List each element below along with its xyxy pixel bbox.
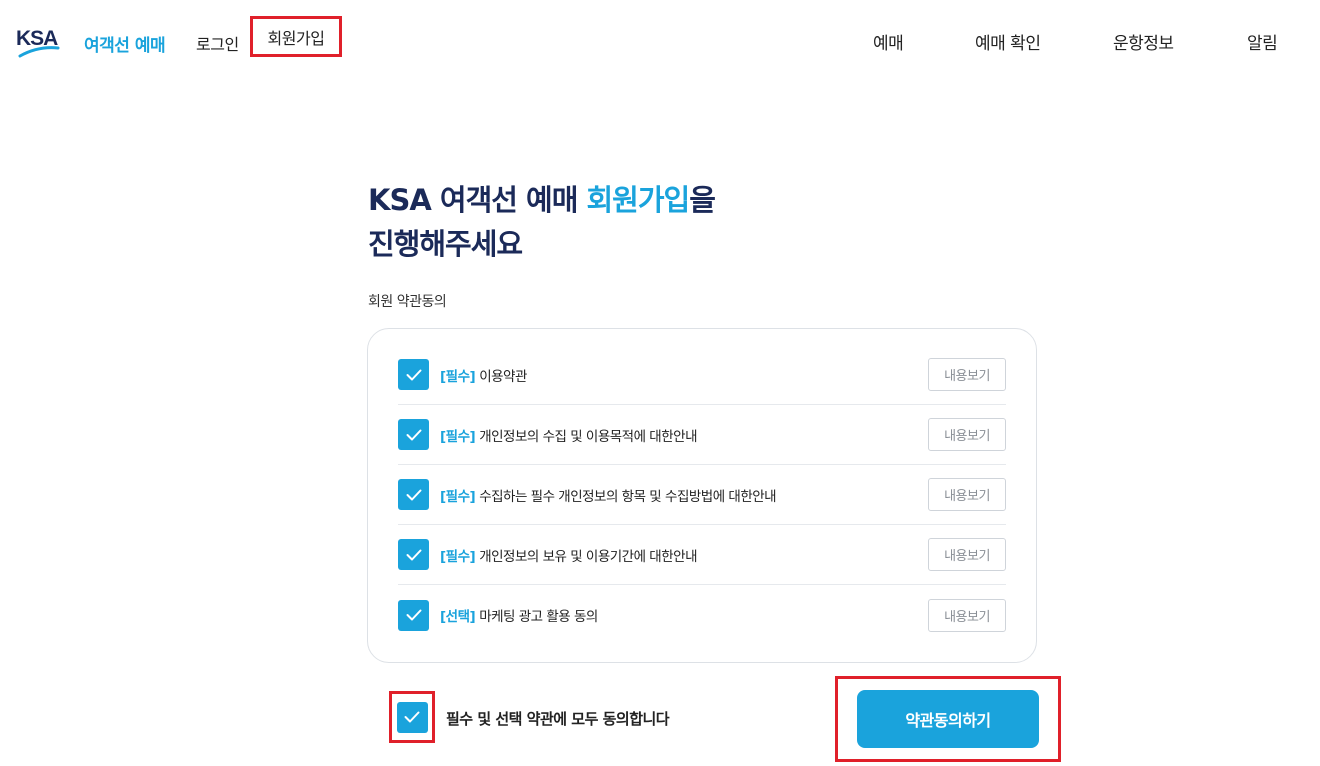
term-row-usage: [필수] 이용약관 내용보기 [398, 345, 1006, 405]
nav-booking-check[interactable]: 예매 확인 [975, 29, 1041, 54]
term-label: [필수] 이용약관 [440, 365, 527, 385]
term-row-marketing: [선택] 마케팅 광고 활용 동의 내용보기 [398, 585, 1006, 645]
submit-highlight: 약관동의하기 [835, 676, 1061, 762]
page-title-line2: 진행해주세요 [368, 227, 523, 261]
ksa-logo-icon: KSA [16, 27, 60, 58]
term-tag: [선택] [440, 609, 476, 625]
check-icon [406, 429, 421, 440]
title-accent: 회원가입 [586, 183, 691, 217]
term-tag: [필수] [440, 428, 476, 445]
term-text: 수집하는 필수 개인정보의 항목 및 수집방법에 대한안내 [479, 488, 777, 505]
check-icon [406, 489, 421, 500]
nav-notifications[interactable]: 알림 [1247, 29, 1278, 54]
agree-submit-button[interactable]: 약관동의하기 [857, 690, 1039, 748]
check-icon [406, 609, 421, 621]
term-tag: [필수] [440, 488, 476, 505]
agree-all-label[interactable]: 필수 및 선택 약관에 모두 동의합니다 [446, 708, 670, 729]
nav-booking[interactable]: 예매 [873, 29, 904, 54]
login-link[interactable]: 로그인 [196, 31, 239, 55]
view-content-button[interactable]: 내용보기 [928, 418, 1006, 451]
term-text: 이용약관 [479, 368, 527, 385]
term-checkbox[interactable] [398, 599, 429, 631]
term-label: [필수] 개인정보의 보유 및 이용기간에 대한안내 [440, 545, 697, 565]
term-label: [선택] 마케팅 광고 활용 동의 [440, 605, 598, 625]
term-label: [필수] 개인정보의 수집 및 이용목적에 대한안내 [440, 425, 697, 445]
logo[interactable]: KSA 여객선 예매 [16, 26, 166, 60]
view-content-button[interactable]: 내용보기 [928, 358, 1006, 391]
page-title-line1: KSA 여객선 예매 회원가입을 [368, 178, 716, 222]
term-text: 마케팅 광고 활용 동의 [479, 609, 598, 625]
view-content-button[interactable]: 내용보기 [928, 538, 1006, 571]
term-label: [필수] 수집하는 필수 개인정보의 항목 및 수집방법에 대한안내 [440, 485, 777, 505]
term-checkbox[interactable] [398, 419, 429, 450]
nav-schedule[interactable]: 운항정보 [1113, 29, 1174, 54]
view-content-button[interactable]: 내용보기 [928, 478, 1006, 511]
term-text: 개인정보의 수집 및 이용목적에 대한안내 [479, 428, 697, 445]
term-row-privacy-items: [필수] 수집하는 필수 개인정보의 항목 및 수집방법에 대한안내 내용보기 [398, 465, 1006, 525]
logo-text: 여객선 예매 [84, 35, 166, 56]
signup-link-label: 회원가입 [267, 28, 325, 48]
check-icon [406, 369, 421, 380]
term-checkbox[interactable] [398, 359, 429, 390]
term-row-privacy-retention: [필수] 개인정보의 보유 및 이용기간에 대한안내 내용보기 [398, 525, 1006, 585]
check-icon [404, 711, 420, 723]
signup-link[interactable]: 회원가입 [250, 16, 342, 57]
title-prefix: KSA 여객선 예매 [368, 183, 587, 217]
title-suffix: 을 [689, 183, 716, 217]
view-content-button[interactable]: 내용보기 [928, 598, 1006, 632]
term-tag: [필수] [440, 368, 476, 385]
term-text: 개인정보의 보유 및 이용기간에 대한안내 [479, 548, 697, 565]
agree-all-highlight [389, 691, 435, 743]
page-title: KSA 여객선 예매 회원가입을 진행해주세요 [368, 178, 716, 266]
terms-list: [필수] 이용약관 내용보기 [필수] 개인정보의 수집 및 이용목적에 대한안내 … [367, 328, 1037, 663]
term-checkbox[interactable] [398, 479, 429, 510]
term-tag: [필수] [440, 548, 476, 565]
term-checkbox[interactable] [398, 539, 429, 570]
check-icon [406, 549, 421, 560]
top-header: KSA 여객선 예매 로그인 회원가입 예매 예매 확인 운항정보 알림 [0, 0, 1320, 80]
term-row-privacy-purpose: [필수] 개인정보의 수집 및 이용목적에 대한안내 내용보기 [398, 405, 1006, 465]
agree-all-checkbox[interactable] [396, 701, 428, 733]
section-label: 회원 약관동의 [368, 294, 447, 310]
